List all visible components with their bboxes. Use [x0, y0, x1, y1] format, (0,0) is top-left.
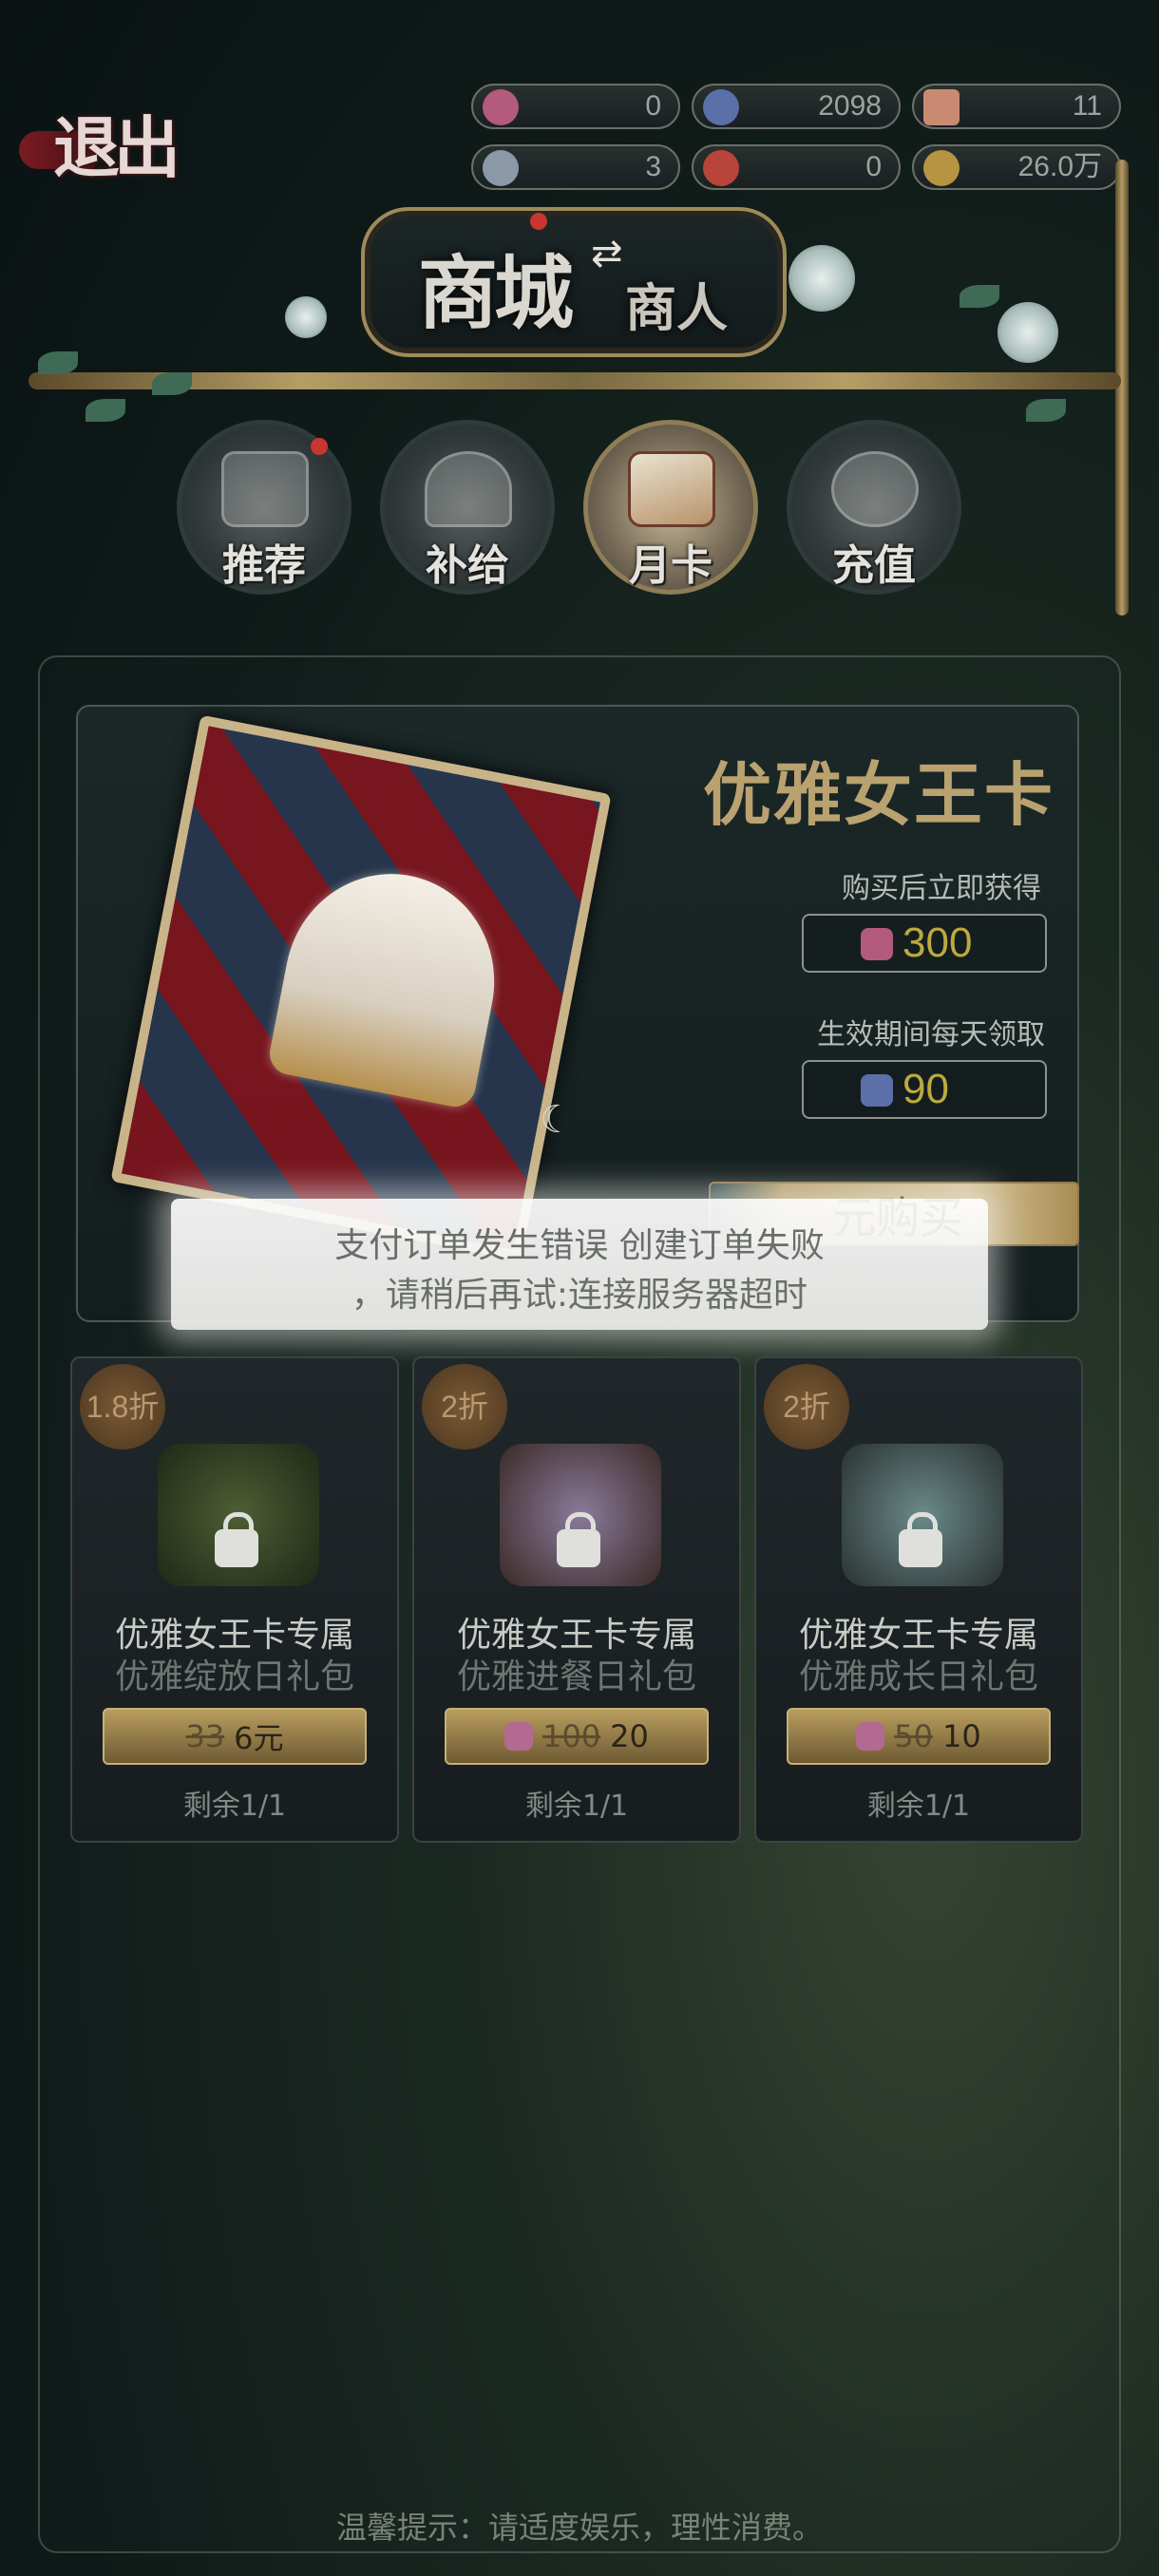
error-message-line2: ，请稍后再试:连接服务器超时 [351, 1276, 808, 1315]
lock-icon [557, 1512, 600, 1567]
pink-gem-icon [861, 928, 893, 960]
button-token-icon [483, 150, 519, 186]
new-price: 20 [610, 1718, 649, 1754]
currency-value: 26.0万 [1017, 151, 1102, 182]
blue-crystal-icon [861, 1074, 893, 1107]
new-price: 6元 [234, 1720, 284, 1756]
tab-label: 月卡 [629, 541, 712, 590]
discount-badge: 2折 [422, 1364, 507, 1449]
old-price: 100 [542, 1718, 601, 1754]
tab-label: 充值 [832, 541, 916, 590]
currency-ticket[interactable]: 11 [912, 84, 1121, 129]
lock-icon [215, 1512, 258, 1567]
price-button[interactable]: 100 20 [445, 1708, 709, 1765]
moon-icon: ☾ [540, 1098, 574, 1142]
daily-reward-value: 90 [902, 1066, 949, 1112]
remaining-count: 剩余1/1 [866, 1790, 971, 1823]
tab-mall[interactable]: 商城 [418, 230, 574, 345]
price-button[interactable]: 33 6元 [103, 1708, 367, 1765]
daily-reward-box: 90 [802, 1060, 1047, 1119]
ornament-bar [28, 372, 1121, 389]
pink-gem-icon [483, 89, 519, 125]
instant-reward-box: 300 [802, 914, 1047, 973]
daily-reward-label: 生效期间每天领取 [817, 1018, 1045, 1051]
tab-recharge[interactable]: 充值 [787, 420, 961, 595]
notification-dot [530, 213, 547, 230]
pack-subtitle: 优雅成长日礼包 [798, 1657, 1038, 1696]
new-price: 10 [942, 1718, 981, 1754]
old-price: 33 [185, 1718, 225, 1754]
currency-value: 11 [1072, 90, 1102, 122]
pink-gem-icon [856, 1722, 885, 1751]
currency-pink-gem[interactable]: 0 [471, 84, 680, 129]
tab-supply[interactable]: 补给 [380, 420, 555, 595]
tab-monthly-card[interactable]: 月卡 [583, 420, 758, 595]
tab-label: 补给 [426, 541, 509, 590]
footer-tip: 温馨提示：请适度娱乐，理性消费。 [335, 2510, 823, 2546]
old-price: 50 [894, 1718, 933, 1754]
gift-pack[interactable]: 2折 优雅女王卡专属 优雅成长日礼包 50 10 剩余1/1 [754, 1356, 1083, 1843]
red-badge-icon [703, 150, 739, 186]
leaf-icon [1026, 399, 1066, 422]
gold-coins-icon [923, 150, 960, 186]
leaf-icon [960, 285, 999, 308]
pack-subtitle: 优雅进餐日礼包 [456, 1657, 696, 1696]
leaf-icon [86, 399, 125, 422]
discount-badge: 1.8折 [80, 1364, 165, 1449]
crown-card-icon [628, 451, 715, 527]
rose-icon [998, 302, 1058, 363]
tab-recommended[interactable]: 推荐 [177, 420, 352, 595]
currency-value: 0 [645, 90, 661, 122]
remaining-count: 剩余1/1 [182, 1790, 287, 1823]
currency-value: 3 [645, 151, 661, 182]
price-button[interactable]: 50 10 [787, 1708, 1051, 1765]
exit-label: 退出 [53, 107, 180, 187]
gift-pack[interactable]: 1.8折 优雅女王卡专属 优雅绽放日礼包 33 6元 剩余1/1 [70, 1356, 399, 1843]
remaining-count: 剩余1/1 [524, 1790, 629, 1823]
lock-icon [899, 1512, 942, 1567]
gift-pack[interactable]: 2折 优雅女王卡专属 优雅进餐日礼包 100 20 剩余1/1 [412, 1356, 741, 1843]
discount-badge: 2折 [764, 1364, 849, 1449]
tab-label: 推荐 [222, 541, 306, 590]
ticket-icon [923, 89, 960, 125]
rose-icon [285, 296, 327, 338]
currency-blue-crystal[interactable]: 2098 [692, 84, 901, 129]
leaf-icon [38, 351, 78, 374]
pack-subtitle: 优雅绽放日礼包 [114, 1657, 354, 1696]
instant-reward-value: 300 [902, 919, 973, 966]
recharge-gem-icon [831, 451, 919, 527]
notification-dot [311, 438, 328, 455]
supply-icon [425, 451, 512, 527]
exit-button[interactable]: 退出 [19, 95, 209, 190]
chest-icon [221, 451, 309, 527]
currency-red-badge[interactable]: 0 [692, 144, 901, 190]
tab-merchant[interactable]: 商人 [625, 266, 728, 341]
card-title: 优雅女王卡 [702, 754, 1054, 835]
currency-button-token[interactable]: 3 [471, 144, 680, 190]
swap-arrows-icon: ⇄ [591, 232, 623, 275]
currency-gold-coins[interactable]: 26.0万 [912, 144, 1121, 190]
pink-gem-icon [504, 1722, 534, 1751]
currency-value: 0 [865, 151, 882, 182]
error-message-line1: 支付订单发生错误 创建订单失败 [334, 1226, 825, 1265]
leaf-icon [152, 372, 192, 395]
currency-value: 2098 [818, 90, 882, 122]
rose-icon [788, 245, 855, 312]
blue-crystal-icon [703, 89, 739, 125]
instant-reward-label: 购买后立即获得 [842, 872, 1041, 905]
